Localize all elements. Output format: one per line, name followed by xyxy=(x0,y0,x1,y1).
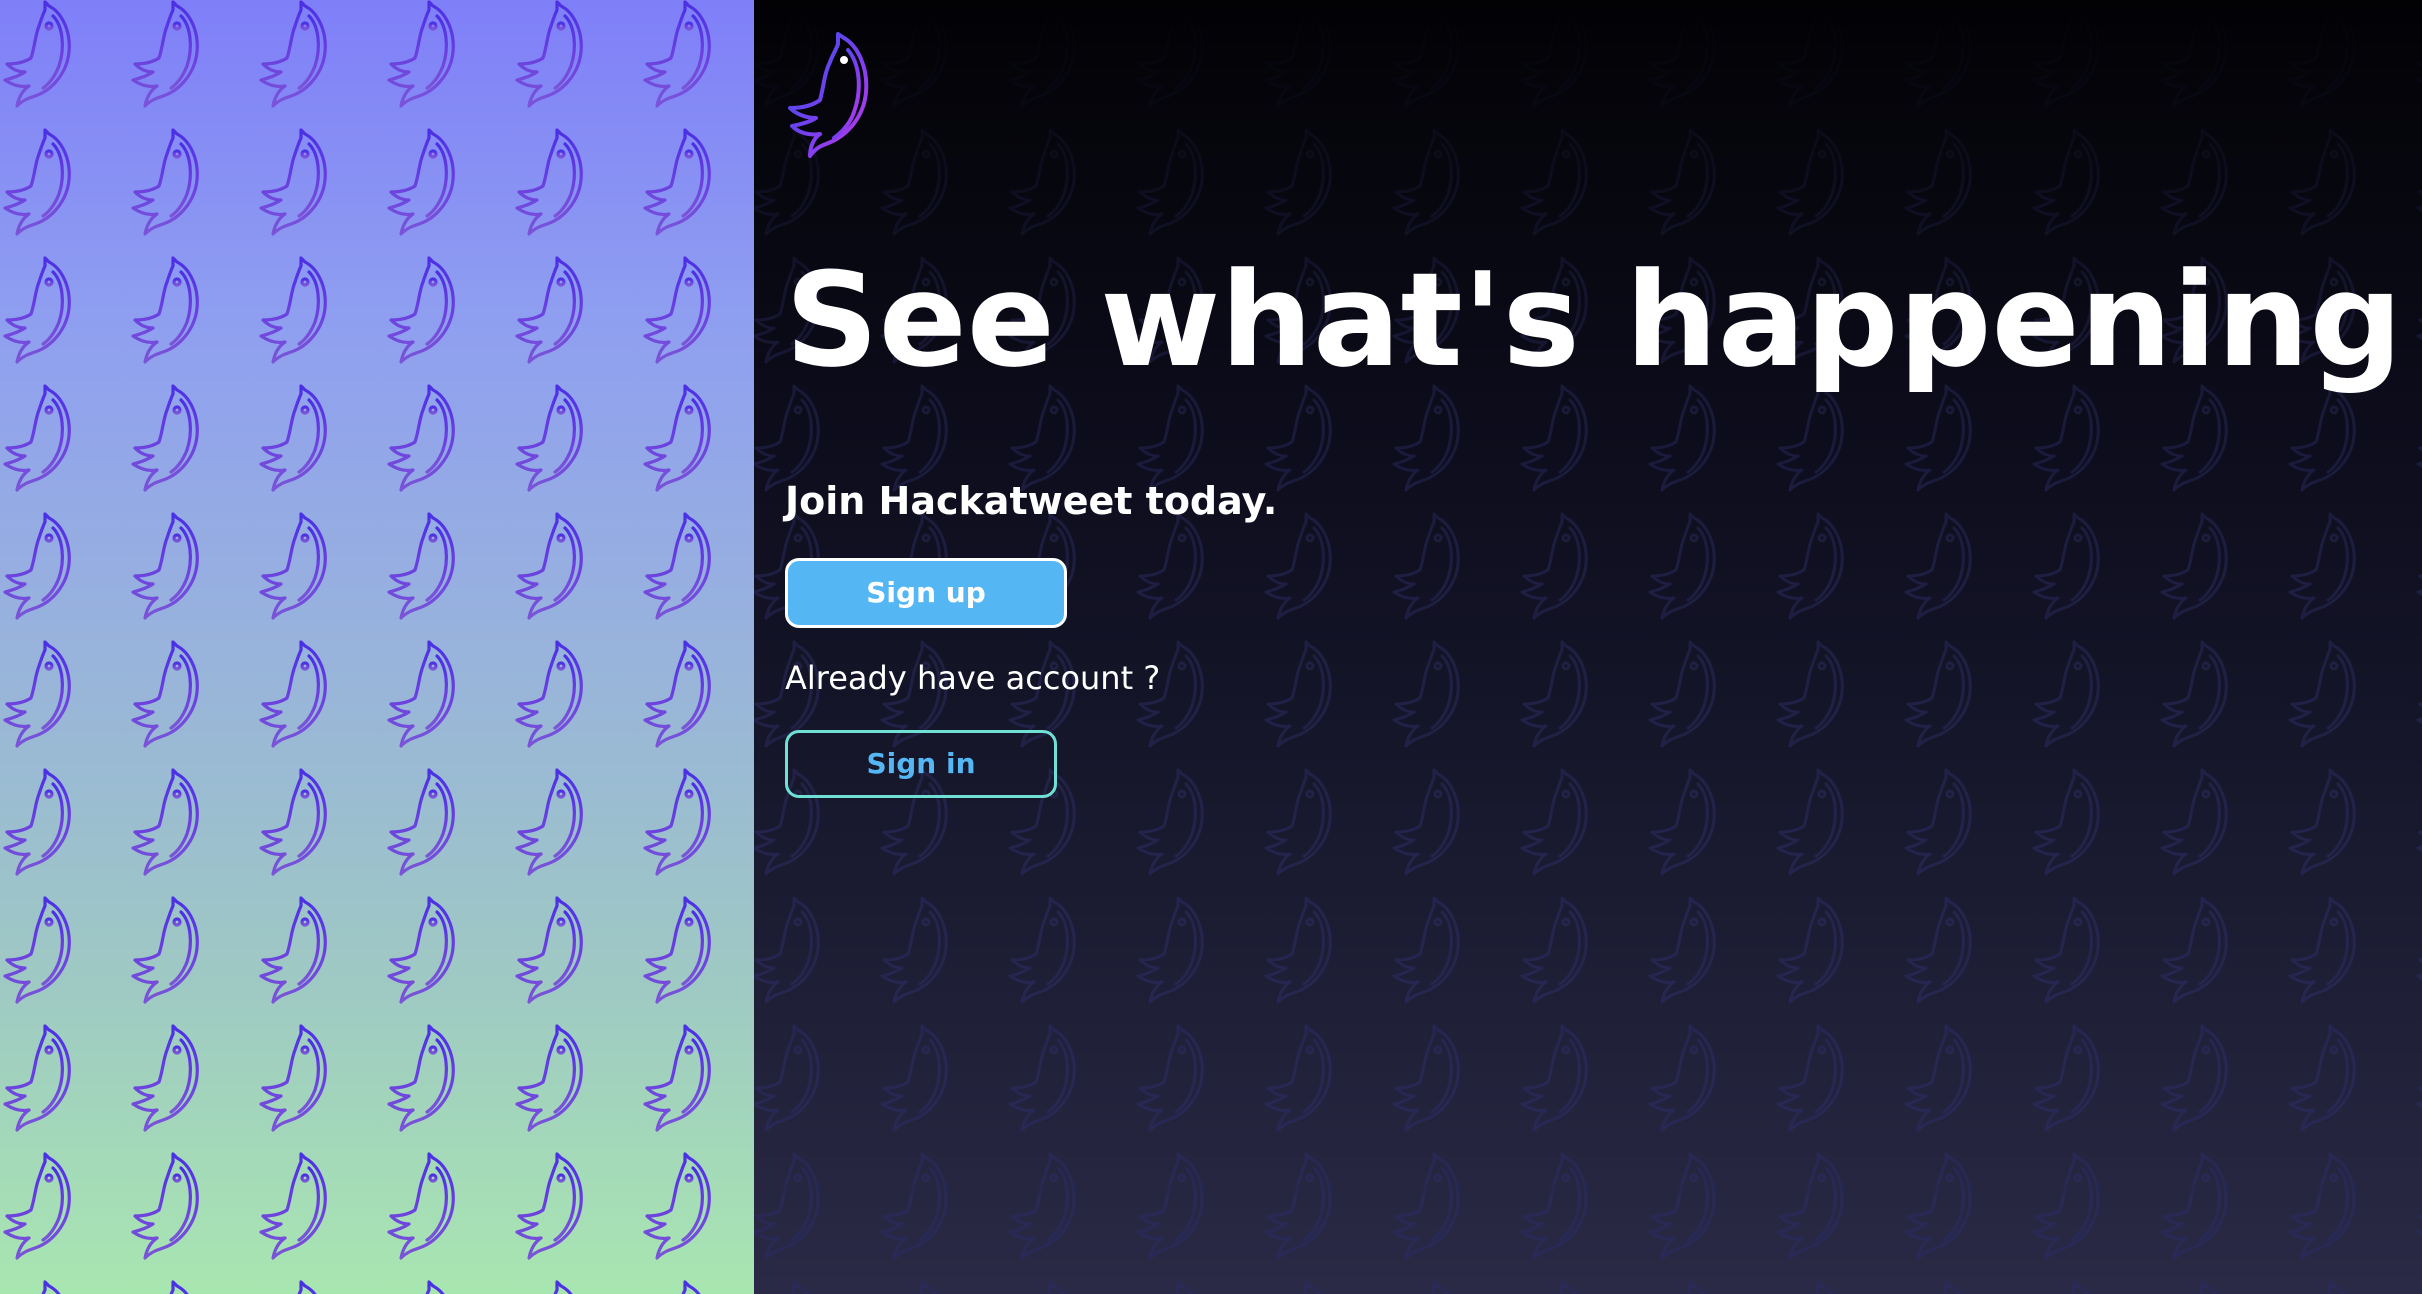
join-subtitle: Join Hackatweet today. xyxy=(785,479,1278,523)
login-page: See what's happening Join Hackatweet tod… xyxy=(0,0,2422,1294)
sign-in-button[interactable]: Sign in xyxy=(785,730,1057,798)
bird-pattern-icon xyxy=(754,0,2422,1294)
already-have-account-text: Already have account ? xyxy=(785,659,1161,697)
page-title: See what's happening xyxy=(785,244,2403,396)
sign-up-button[interactable]: Sign up xyxy=(785,558,1067,628)
bird-pattern-icon xyxy=(0,0,754,1294)
decorative-pattern-panel xyxy=(0,0,754,1294)
bird-logo-icon xyxy=(788,32,869,158)
main-panel: See what's happening Join Hackatweet tod… xyxy=(754,0,2422,1294)
